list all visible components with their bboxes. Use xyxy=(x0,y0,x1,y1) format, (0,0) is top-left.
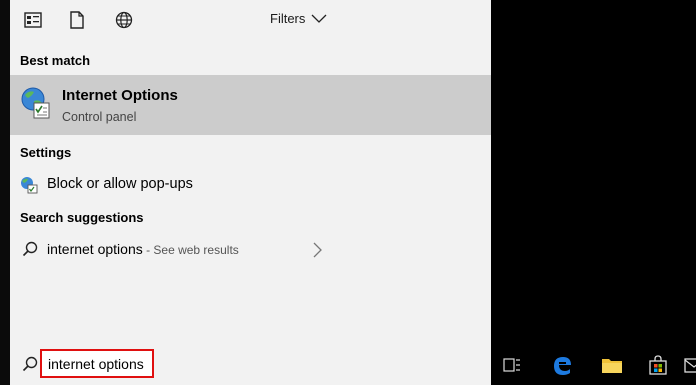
popup-settings-icon xyxy=(20,176,38,194)
folder-icon xyxy=(602,359,622,373)
best-match-heading: Best match xyxy=(20,53,91,68)
search-icon xyxy=(22,241,38,257)
file-explorer-taskbar-button[interactable] xyxy=(592,345,632,385)
task-view-icon xyxy=(503,358,520,372)
search-box xyxy=(10,344,491,385)
search-suggestions-heading: Search suggestions xyxy=(20,210,144,225)
chevron-right-icon[interactable] xyxy=(311,241,323,259)
mail-taskbar-button[interactable] xyxy=(674,345,696,385)
store-taskbar-button[interactable] xyxy=(638,345,678,385)
start-search-panel: Filters Best match Internet Options Cont… xyxy=(10,0,491,385)
settings-result-popups[interactable]: Block or allow pop-ups xyxy=(10,170,491,200)
suggestion-text: internet options - See web results xyxy=(47,241,239,257)
suggestion-hint: - See web results xyxy=(142,243,239,257)
web-suggestion-row[interactable]: internet options - See web results xyxy=(10,235,491,265)
internet-options-icon xyxy=(20,86,52,120)
filters-label: Filters xyxy=(270,11,306,26)
best-match-subtitle: Control panel xyxy=(62,110,137,124)
search-icon xyxy=(22,356,38,372)
filters-dropdown[interactable]: Filters xyxy=(270,11,327,26)
best-match-title: Internet Options xyxy=(62,87,178,104)
settings-item-label: Block or allow pop-ups xyxy=(47,176,193,192)
settings-heading: Settings xyxy=(20,145,72,160)
best-match-result[interactable]: Internet Options Control panel xyxy=(10,75,491,135)
search-input[interactable] xyxy=(40,349,154,378)
apps-filter-icon[interactable] xyxy=(23,10,43,30)
store-bag-icon xyxy=(649,355,667,375)
desktop-edge xyxy=(0,0,10,385)
partial-app-icon xyxy=(684,358,696,373)
suggestion-query: internet options xyxy=(47,241,143,257)
chevron-down-icon xyxy=(311,14,327,23)
task-view-button[interactable] xyxy=(492,345,532,385)
edge-taskbar-button[interactable] xyxy=(542,345,582,385)
search-toolbar: Filters xyxy=(10,0,491,40)
edge-icon xyxy=(554,357,571,375)
web-filter-icon[interactable] xyxy=(114,10,134,30)
documents-filter-icon[interactable] xyxy=(67,10,87,30)
